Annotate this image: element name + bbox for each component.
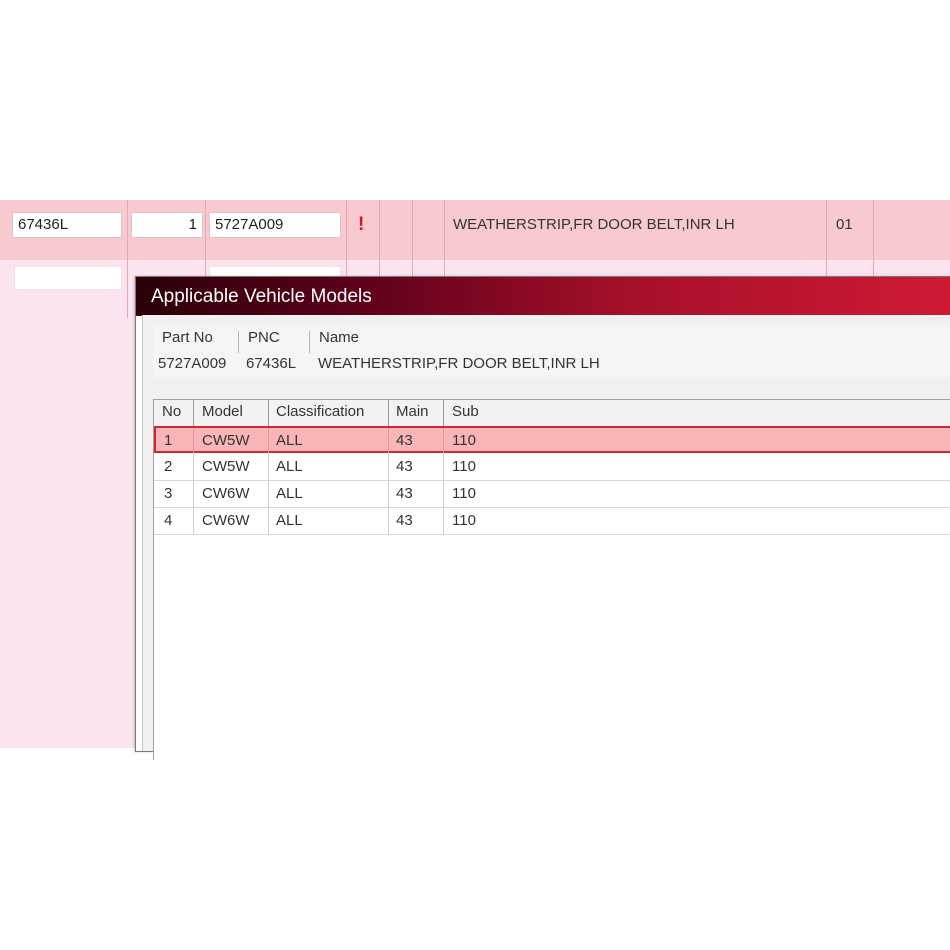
cell-sub: 110 bbox=[452, 512, 476, 529]
column-header-no[interactable]: No bbox=[162, 403, 181, 420]
cell-classification: ALL bbox=[276, 458, 303, 475]
dialog-title: Applicable Vehicle Models bbox=[151, 286, 372, 307]
pnc-field-empty[interactable] bbox=[14, 266, 122, 290]
cell-model: CW5W bbox=[202, 458, 250, 475]
cell-model: CW5W bbox=[202, 432, 250, 449]
table-row[interactable]: 3 CW6W ALL 43 110 bbox=[154, 481, 950, 508]
part-no-label: Part No bbox=[162, 329, 213, 346]
cell-divider bbox=[388, 481, 389, 508]
header-separator bbox=[309, 331, 310, 353]
qty-field[interactable]: 1 bbox=[131, 212, 203, 238]
parts-row-selected[interactable]: 67436L 1 5727A009 ! WEATHERSTRIP,FR DOOR… bbox=[0, 200, 950, 260]
part-name: WEATHERSTRIP,FR DOOR BELT,INR LH bbox=[453, 216, 735, 233]
cell-classification: ALL bbox=[276, 432, 303, 449]
part-no-value: 5727A009 bbox=[158, 355, 227, 372]
cell-no: 3 bbox=[164, 485, 173, 502]
pnc-field[interactable]: 67436L bbox=[12, 212, 122, 238]
dialog-titlebar[interactable]: Applicable Vehicle Models bbox=[136, 277, 950, 316]
cell-main: 43 bbox=[396, 512, 413, 529]
cell-sub: 110 bbox=[452, 458, 476, 475]
table-header: No Model Classification Main Sub bbox=[154, 400, 950, 427]
dialog-body: Part No PNC Name 5727A009 67436L WEATHER… bbox=[142, 315, 950, 760]
column-resize-handle[interactable] bbox=[443, 400, 444, 426]
pnc-label: PNC bbox=[248, 329, 280, 346]
pnc-value: 67436L bbox=[246, 355, 297, 372]
cell-main: 43 bbox=[396, 432, 413, 449]
name-label: Name bbox=[319, 329, 360, 346]
cell-divider bbox=[443, 428, 444, 455]
cell-divider bbox=[268, 428, 269, 455]
column-divider bbox=[127, 200, 128, 318]
cell-divider bbox=[193, 481, 194, 508]
cell-classification: ALL bbox=[276, 512, 303, 529]
cell-divider bbox=[193, 508, 194, 535]
cell-main: 43 bbox=[396, 485, 413, 502]
cell-divider bbox=[268, 481, 269, 508]
cell-no: 4 bbox=[164, 512, 173, 529]
column-header-main[interactable]: Main bbox=[396, 403, 429, 420]
cell-divider bbox=[193, 428, 194, 455]
column-header-sub[interactable]: Sub bbox=[452, 403, 479, 420]
cell-model: CW6W bbox=[202, 512, 250, 529]
column-header-model[interactable]: Model bbox=[202, 403, 243, 420]
cell-classification: ALL bbox=[276, 485, 303, 502]
cell-main: 43 bbox=[396, 458, 413, 475]
vehicle-models-table[interactable]: No Model Classification Main Sub 1 CW5W … bbox=[153, 399, 950, 760]
applicable-vehicle-models-dialog: Applicable Vehicle Models Part No PNC Na… bbox=[135, 276, 950, 760]
cell-divider bbox=[443, 454, 444, 481]
column-resize-handle[interactable] bbox=[193, 400, 194, 426]
column-resize-handle[interactable] bbox=[268, 400, 269, 426]
cell-divider bbox=[193, 454, 194, 481]
table-row[interactable]: 1 CW5W ALL 43 110 bbox=[154, 426, 950, 455]
cell-divider bbox=[443, 481, 444, 508]
part-summary: Part No PNC Name 5727A009 67436L WEATHER… bbox=[153, 325, 950, 377]
part-code: 01 bbox=[836, 216, 853, 233]
header-separator bbox=[238, 331, 239, 353]
cell-no: 1 bbox=[164, 432, 173, 449]
table-row[interactable]: 4 CW6W ALL 43 110 bbox=[154, 508, 950, 535]
cell-divider bbox=[388, 508, 389, 535]
column-resize-handle[interactable] bbox=[388, 400, 389, 426]
cell-divider bbox=[388, 428, 389, 455]
name-value: WEATHERSTRIP,FR DOOR BELT,INR LH bbox=[318, 355, 600, 372]
column-header-classification[interactable]: Classification bbox=[276, 403, 364, 420]
cell-divider bbox=[443, 508, 444, 535]
part-no-field[interactable]: 5727A009 bbox=[209, 212, 341, 238]
cell-divider bbox=[268, 454, 269, 481]
cell-sub: 110 bbox=[452, 485, 476, 502]
cell-divider bbox=[388, 454, 389, 481]
cell-no: 2 bbox=[164, 458, 173, 475]
warning-icon: ! bbox=[358, 214, 365, 235]
cell-model: CW6W bbox=[202, 485, 250, 502]
cell-sub: 110 bbox=[452, 432, 476, 449]
cell-divider bbox=[268, 508, 269, 535]
table-row[interactable]: 2 CW5W ALL 43 110 bbox=[154, 454, 950, 481]
